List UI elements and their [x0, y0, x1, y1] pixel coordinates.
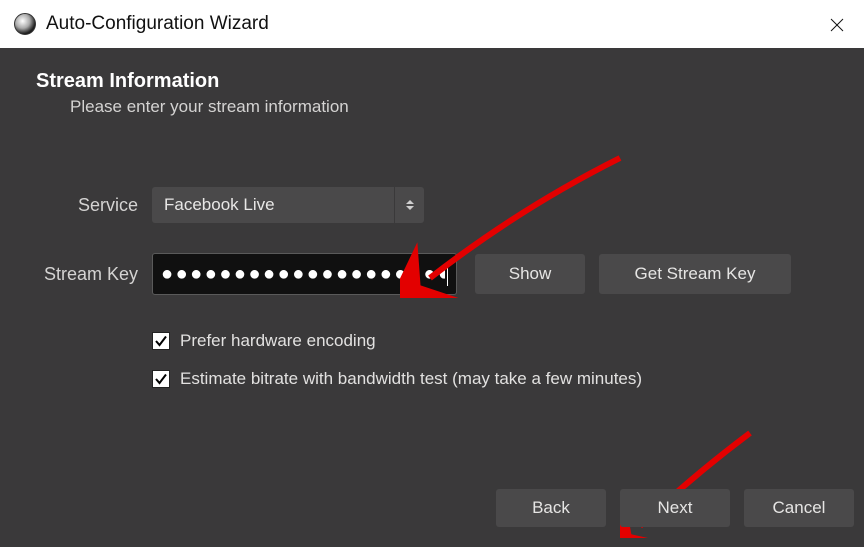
checkbox-checked-icon [152, 370, 170, 388]
text-cursor [447, 262, 448, 286]
wizard-body: Stream Information Please enter your str… [0, 48, 864, 547]
streamkey-input[interactable]: ●●●●●●●●●●●●●●●●●●●●●●●● [152, 253, 457, 295]
show-button[interactable]: Show [475, 254, 585, 294]
service-dropdown[interactable]: Facebook Live [152, 187, 424, 223]
streamkey-masked-value: ●●●●●●●●●●●●●●●●●●●●●●●● [161, 263, 445, 286]
dropdown-caret-icon [394, 187, 424, 223]
wizard-footer: Back Next Cancel [0, 489, 864, 547]
service-label: Service [0, 195, 152, 216]
window-title: Auto-Configuration Wizard [46, 13, 269, 35]
service-row: Service Facebook Live [0, 187, 864, 223]
title-bar: Auto-Configuration Wizard [0, 0, 864, 48]
get-stream-key-button[interactable]: Get Stream Key [599, 254, 791, 294]
form-area: Service Facebook Live Stream Key ●●●●●●●… [0, 187, 864, 389]
cancel-button[interactable]: Cancel [744, 489, 854, 527]
checkbox-checked-icon [152, 332, 170, 350]
streamkey-label: Stream Key [0, 264, 152, 285]
page-subheading: Please enter your stream information [70, 97, 864, 117]
close-button[interactable] [822, 10, 852, 40]
next-button[interactable]: Next [620, 489, 730, 527]
close-icon [830, 18, 844, 32]
prefer-hardware-label: Prefer hardware encoding [180, 331, 376, 351]
estimate-bitrate-label: Estimate bitrate with bandwidth test (ma… [180, 369, 642, 389]
prefer-hardware-checkbox-row[interactable]: Prefer hardware encoding [152, 331, 864, 351]
obs-icon [14, 13, 36, 35]
page-heading: Stream Information [36, 70, 864, 93]
streamkey-row: Stream Key ●●●●●●●●●●●●●●●●●●●●●●●● Show… [0, 253, 864, 295]
service-value: Facebook Live [164, 195, 275, 215]
estimate-bitrate-checkbox-row[interactable]: Estimate bitrate with bandwidth test (ma… [152, 369, 864, 389]
back-button[interactable]: Back [496, 489, 606, 527]
